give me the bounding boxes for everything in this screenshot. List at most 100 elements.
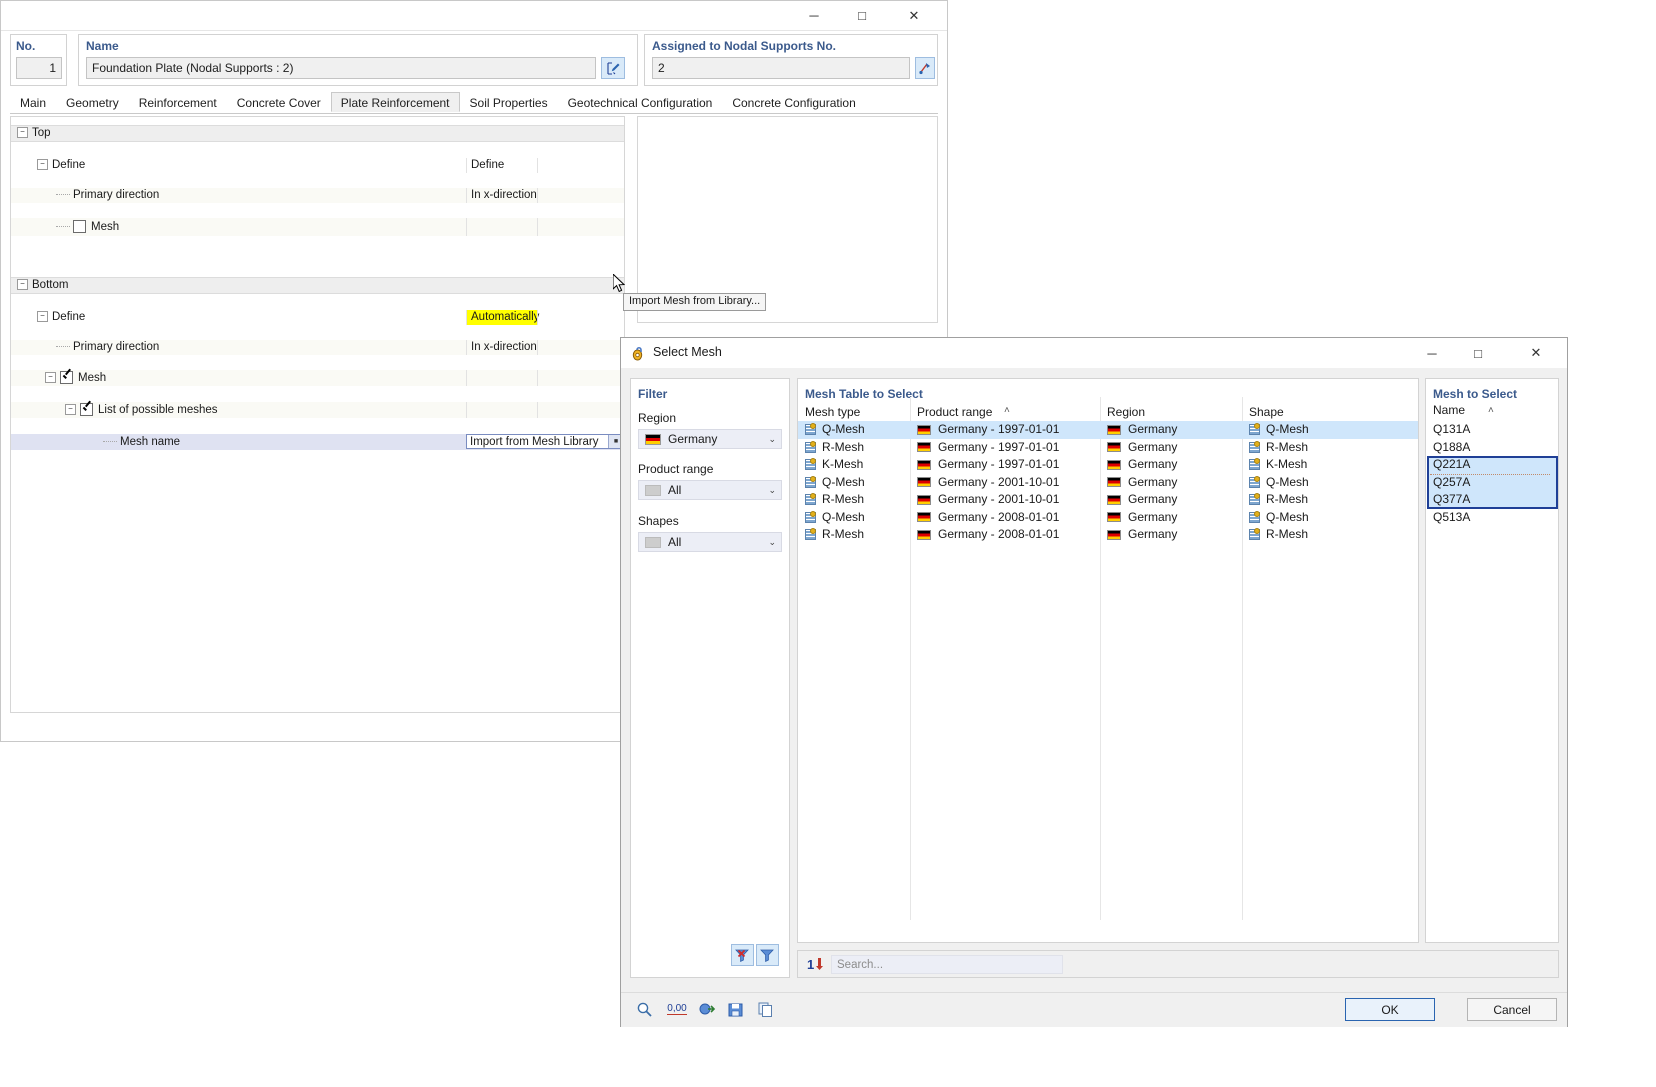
list-item[interactable]: Q188A <box>1427 439 1557 457</box>
tree-line-icon <box>56 346 70 348</box>
number-group: No. 1 <box>10 34 67 86</box>
shapes-combobox[interactable]: All ⌄ <box>638 532 782 552</box>
collapse-icon-bottom[interactable]: − <box>17 279 28 291</box>
germany-flag-icon <box>645 433 661 445</box>
tab-reinforcement[interactable]: Reinforcement <box>129 92 227 112</box>
no-input[interactable]: 1 <box>16 57 62 79</box>
tree-row-top-mesh[interactable]: Mesh <box>11 218 624 236</box>
tree-row-top-define-value[interactable]: Define <box>466 158 537 173</box>
tree-row-bottom-mesh[interactable]: − Mesh <box>11 370 624 386</box>
mesh-to-select-panel: Mesh to Select Name ˄ Q131A Q188A Q221A … <box>1425 378 1559 943</box>
checkbox-top-mesh[interactable] <box>73 220 86 234</box>
apply-filter-icon[interactable] <box>756 944 779 966</box>
collapse-icon-top-define[interactable]: − <box>37 159 48 171</box>
column-header-mesh-type[interactable]: Mesh type <box>798 403 910 421</box>
r-mesh-icon <box>805 493 816 506</box>
cell-shape: K-Mesh <box>1249 456 1418 474</box>
product-range-value: All <box>668 483 682 497</box>
table-row[interactable]: R-Mesh Germany - 2008-01-01 Germany R-Me… <box>798 526 1418 544</box>
tree-row-bottom-mesh-extra <box>537 370 624 386</box>
tab-soil-properties[interactable]: Soil Properties <box>460 92 558 112</box>
ok-button[interactable]: OK <box>1345 998 1435 1021</box>
tree-row-top-primary-direction[interactable]: Primary direction In x-direction <box>11 188 624 203</box>
collapse-icon-top[interactable]: − <box>17 127 28 139</box>
tab-main[interactable]: Main <box>10 92 56 112</box>
import-icon[interactable] <box>694 997 720 1021</box>
tree-row-list-meshes-label: List of possible meshes <box>98 404 218 416</box>
save-icon[interactable] <box>722 997 748 1021</box>
table-row[interactable]: Q-Mesh Germany - 1997-01-01 Germany Q-Me… <box>798 421 1418 439</box>
mesh-name-combobox[interactable]: Import from Mesh Library ■ <box>466 434 624 449</box>
tree-row-top-primary-value[interactable]: In x-direction <box>466 188 537 203</box>
maximize-button[interactable]: □ <box>839 1 885 30</box>
edit-pencil-icon[interactable] <box>601 57 625 79</box>
checkbox-list-of-possible-meshes[interactable] <box>80 403 93 417</box>
list-item[interactable]: Q513A <box>1427 509 1557 527</box>
tree-row-bottom-primary-direction[interactable]: Primary direction In x-direction <box>11 340 624 355</box>
column-header-shape[interactable]: Shape <box>1242 403 1418 421</box>
table-row[interactable]: K-Mesh Germany - 1997-01-01 Germany K-Me… <box>798 456 1418 474</box>
tree-group-bottom[interactable]: − Bottom <box>11 277 624 294</box>
tab-concrete-configuration[interactable]: Concrete Configuration <box>722 92 865 112</box>
list-item[interactable]: Q131A <box>1427 421 1557 439</box>
column-header-region[interactable]: Region <box>1100 403 1242 421</box>
pick-object-icon[interactable] <box>915 57 935 79</box>
select-mesh-dialog: Select Mesh ─ □ ✕ Filter Region Germany … <box>620 337 1568 1027</box>
chevron-down-icon[interactable]: ⌄ <box>768 485 776 496</box>
tree-row-bottom-define[interactable]: − Define Automatically <box>11 310 624 325</box>
copy-icon[interactable] <box>752 997 778 1021</box>
chevron-down-icon[interactable]: ⌄ <box>768 434 776 445</box>
product-range-combobox[interactable]: All ⌄ <box>638 480 782 500</box>
list-item[interactable]: Q377A <box>1427 491 1557 509</box>
checkbox-bottom-mesh[interactable] <box>60 371 73 385</box>
list-item[interactable]: Q257A <box>1427 474 1557 492</box>
dialog-close-button[interactable]: ✕ <box>1513 338 1559 368</box>
column-header-name[interactable]: Name <box>1433 403 1465 417</box>
q-mesh-icon <box>1249 475 1260 488</box>
cell-region: Germany <box>1107 474 1242 492</box>
table-row[interactable]: R-Mesh Germany - 1997-01-01 Germany R-Me… <box>798 439 1418 457</box>
tab-plate-reinforcement[interactable]: Plate Reinforcement <box>330 92 460 112</box>
collapse-icon-list-meshes[interactable]: − <box>65 404 76 416</box>
dialog-minimize-button[interactable]: ─ <box>1409 338 1455 368</box>
table-row[interactable]: Q-Mesh Germany - 2008-01-01 Germany Q-Me… <box>798 509 1418 527</box>
product-range-label: Product range <box>638 462 714 476</box>
chevron-down-icon[interactable]: ⌄ <box>768 537 776 548</box>
no-label: No. <box>16 39 36 53</box>
tree-row-list-of-possible-meshes[interactable]: − List of possible meshes <box>11 402 624 418</box>
minimize-button[interactable]: ─ <box>791 1 837 30</box>
table-row[interactable]: Q-Mesh Germany - 2001-10-01 Germany Q-Me… <box>798 474 1418 492</box>
collapse-icon-bottom-define[interactable]: − <box>37 311 48 323</box>
close-button[interactable]: ✕ <box>891 1 937 30</box>
collapse-icon-bottom-mesh[interactable]: − <box>45 372 56 384</box>
cancel-button[interactable]: Cancel <box>1467 998 1557 1021</box>
name-input[interactable]: Foundation Plate (Nodal Supports : 2) <box>86 57 596 79</box>
mesh-library-icon <box>630 345 646 361</box>
tab-geometry[interactable]: Geometry <box>56 92 129 112</box>
tree-line-icon <box>56 226 70 228</box>
units-decimal-icon[interactable]: 0,00 <box>662 997 692 1021</box>
sort-ascending-icon[interactable]: 1 <box>805 954 825 974</box>
tree-row-mesh-name[interactable]: Mesh name Import from Mesh Library ■ <box>11 434 624 450</box>
germany-flag-icon <box>1107 477 1121 488</box>
clear-filter-icon[interactable] <box>731 944 754 966</box>
tree-row-bottom-define-value[interactable]: Automatically <box>466 310 539 325</box>
tree-line-icon <box>56 194 70 196</box>
tree-row-bottom-define-label: Define <box>52 311 86 323</box>
tree-group-top[interactable]: − Top <box>11 125 624 142</box>
tab-geotechnical-configuration[interactable]: Geotechnical Configuration <box>558 92 723 112</box>
list-item[interactable]: Q221A <box>1427 456 1557 474</box>
main-window-titlebar: ─ □ ✕ <box>1 1 947 31</box>
dialog-title: Select Mesh <box>653 345 722 359</box>
tree-row-bottom-primary-value[interactable]: In x-direction <box>466 340 537 355</box>
search-input[interactable]: Search... <box>831 955 1063 974</box>
mesh-table-panel: Mesh Table to Select Mesh type Product r… <box>797 378 1419 943</box>
tab-concrete-cover[interactable]: Concrete Cover <box>227 92 331 112</box>
zoom-info-icon[interactable] <box>631 997 657 1021</box>
table-row[interactable]: R-Mesh Germany - 2001-10-01 Germany R-Me… <box>798 491 1418 509</box>
dialog-maximize-button[interactable]: □ <box>1455 338 1501 368</box>
assigned-nodal-supports-input[interactable]: 2 <box>652 57 910 79</box>
tree-row-mesh-name-label: Mesh name <box>120 436 181 448</box>
tree-row-top-define[interactable]: − Define Define <box>11 158 624 173</box>
region-combobox[interactable]: Germany ⌄ <box>638 429 782 449</box>
